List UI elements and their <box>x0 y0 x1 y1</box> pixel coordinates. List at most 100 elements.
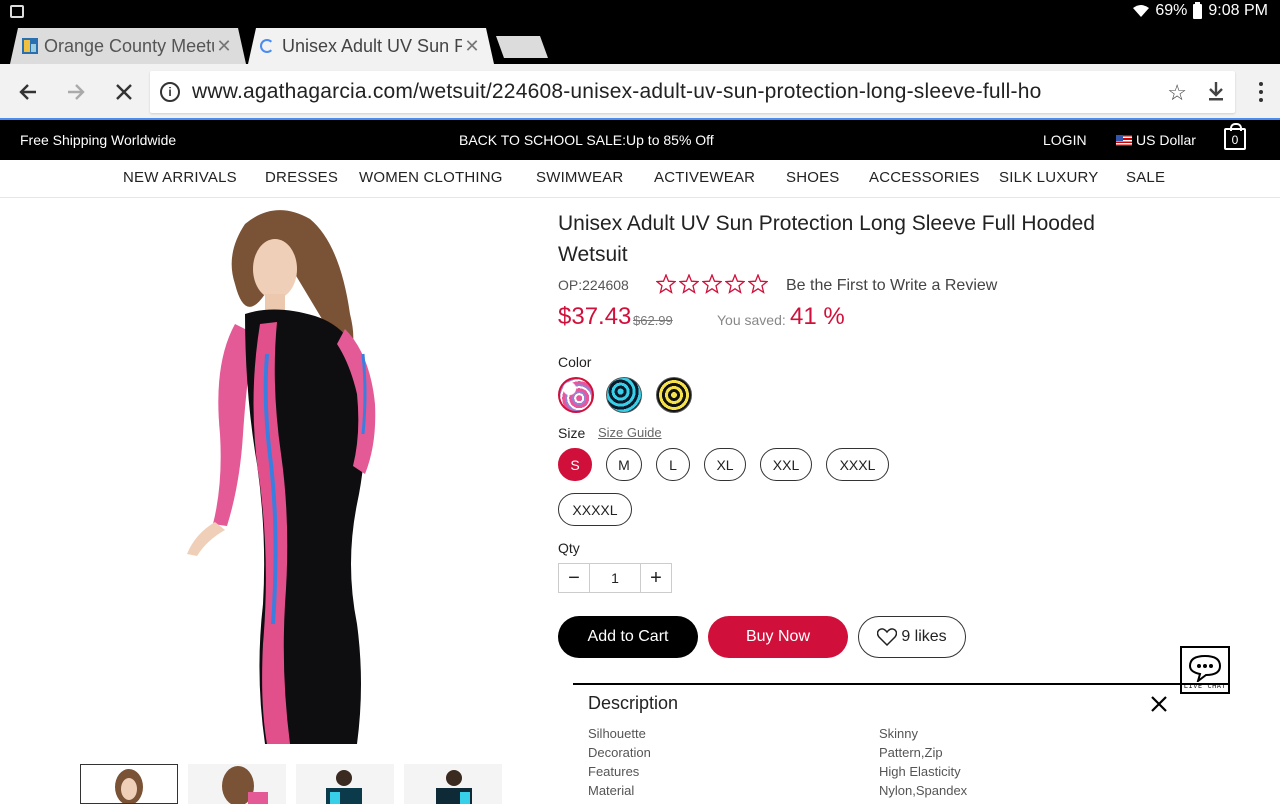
browser-menu-icon[interactable] <box>1258 82 1264 102</box>
url-text[interactable]: www.agathagarcia.com/wetsuit/224608-unis… <box>192 80 1154 104</box>
battery-icon <box>1193 1 1203 19</box>
close-tab-icon[interactable]: ✕ <box>214 36 234 57</box>
description-divider <box>573 683 1230 685</box>
color-swatch-pink[interactable] <box>558 377 594 413</box>
nav-women-clothing[interactable]: WOMEN CLOTHING <box>359 169 503 186</box>
color-swatch-yellow[interactable] <box>656 377 692 413</box>
wifi-icon <box>1133 4 1150 18</box>
likes-count: 9 likes <box>901 628 947 645</box>
size-option-s[interactable]: S <box>558 448 592 481</box>
spec-value: Pattern,Zip <box>879 745 943 760</box>
saved-percent: 41 % <box>790 303 845 330</box>
promo-banner[interactable]: BACK TO SCHOOL SALE:Up to 85% Off <box>459 132 714 148</box>
free-shipping-text: Free Shipping Worldwide <box>20 132 177 148</box>
quantity-stepper: − 1 + <box>558 563 672 593</box>
heart-icon <box>877 628 898 646</box>
image-notification-icon <box>10 5 24 18</box>
spec-value: Skinny <box>879 726 919 741</box>
back-arrow-icon[interactable] <box>14 78 42 106</box>
login-link[interactable]: LOGIN <box>1043 132 1087 148</box>
status-right: 69% 9:08 PM <box>1133 1 1268 20</box>
spec-key: Material <box>588 783 635 798</box>
decrease-qty-button[interactable]: − <box>559 564 589 592</box>
us-flag-icon <box>1116 134 1132 146</box>
collapse-description-icon[interactable] <box>1150 693 1168 719</box>
spec-key: Decoration <box>588 745 651 760</box>
increase-qty-button[interactable]: + <box>641 564 671 592</box>
thumbnail[interactable] <box>80 764 178 804</box>
star-icon[interactable] <box>656 274 676 294</box>
product-title: Unisex Adult UV Sun Protection Long Slee… <box>558 212 1095 266</box>
cart-icon[interactable]: 0 <box>1224 123 1246 150</box>
live-chat-widget[interactable]: LIVE CHAT <box>1180 646 1230 694</box>
color-swatch-blue[interactable] <box>606 377 642 413</box>
site-top-bar: Free Shipping Worldwide BACK TO SCHOOL S… <box>0 120 1280 160</box>
rating-stars[interactable] <box>656 274 768 294</box>
size-label: Size <box>558 425 586 441</box>
currency-label: US Dollar <box>1136 132 1196 148</box>
size-guide-link[interactable]: Size Guide <box>598 425 662 440</box>
clock: 9:08 PM <box>1208 2 1268 19</box>
tab-product[interactable]: Unisex Adult UV Sun Protection ✕ <box>248 28 494 64</box>
size-option-xxl[interactable]: XXL <box>760 448 812 481</box>
tab-meetup[interactable]: Orange County Meetup ✕ <box>10 28 246 64</box>
add-to-cart-button[interactable]: Add to Cart <box>558 616 698 658</box>
meetup-favicon-icon <box>22 38 38 54</box>
star-icon[interactable] <box>725 274 745 294</box>
download-icon[interactable] <box>1205 80 1227 102</box>
stop-loading-icon[interactable] <box>110 78 138 106</box>
chat-bubble-icon <box>1188 654 1222 682</box>
saved-label: You saved: <box>717 312 786 328</box>
spec-key: Silhouette <box>588 726 646 741</box>
currency-selector[interactable]: US Dollar <box>1116 132 1196 148</box>
nav-activewear[interactable]: ACTIVEWEAR <box>654 169 755 186</box>
color-label: Color <box>558 354 592 370</box>
write-review-link[interactable]: Be the First to Write a Review <box>786 277 997 295</box>
nav-new-arrivals[interactable]: NEW ARRIVALS <box>123 169 237 186</box>
product-sku: OP:224608 <box>558 277 629 293</box>
size-option-m[interactable]: M <box>606 448 642 481</box>
buy-now-button[interactable]: Buy Now <box>708 616 848 658</box>
tab-title: Orange County Meetup <box>44 35 214 56</box>
bookmark-star-icon[interactable]: ☆ <box>1167 80 1187 106</box>
nav-silk-luxury[interactable]: SILK LUXURY <box>999 169 1098 186</box>
new-tab-button[interactable] <box>495 36 549 58</box>
current-price: $37.43 <box>558 303 632 330</box>
address-bar[interactable]: i www.agathagarcia.com/wetsuit/224608-un… <box>150 71 1235 113</box>
size-option-xxxl[interactable]: XXXL <box>826 448 889 481</box>
product-main-image[interactable] <box>95 204 495 744</box>
size-option-l[interactable]: L <box>656 448 690 481</box>
forward-arrow-icon[interactable] <box>62 78 90 106</box>
browser-toolbar: i www.agathagarcia.com/wetsuit/224608-un… <box>0 64 1280 120</box>
size-option-xl[interactable]: XL <box>704 448 746 481</box>
qty-label: Qty <box>558 540 580 556</box>
nav-dresses[interactable]: DRESSES <box>265 169 338 186</box>
quantity-input[interactable]: 1 <box>589 564 641 592</box>
spec-value: Nylon,Spandex <box>879 783 968 798</box>
close-tab-icon[interactable]: ✕ <box>462 36 482 57</box>
status-bar: 69% 9:08 PM <box>0 0 1280 24</box>
tab-strip: Orange County Meetup ✕ Unisex Adult UV S… <box>0 24 1280 64</box>
nav-sale[interactable]: SALE <box>1126 169 1165 186</box>
battery-percent: 69% <box>1155 2 1188 19</box>
thumbnail[interactable] <box>404 764 502 804</box>
star-icon[interactable] <box>748 274 768 294</box>
original-price: $62.99 <box>633 313 673 328</box>
thumbnail[interactable] <box>296 764 394 804</box>
size-option-xxxxl[interactable]: XXXXL <box>558 493 632 526</box>
description-title[interactable]: Description <box>588 693 678 714</box>
thumbnail-strip <box>80 764 502 804</box>
tab-title: Unisex Adult UV Sun Protection <box>282 35 462 56</box>
spec-value: High Elasticity <box>879 764 961 779</box>
category-nav: NEW ARRIVALS DRESSES WOMEN CLOTHING SWIM… <box>0 160 1280 198</box>
nav-swimwear[interactable]: SWIMWEAR <box>536 169 623 186</box>
like-button[interactable]: 9 likes <box>858 616 966 658</box>
nav-shoes[interactable]: SHOES <box>786 169 840 186</box>
site-info-icon[interactable]: i <box>160 82 180 102</box>
nav-accessories[interactable]: ACCESSORIES <box>869 169 980 186</box>
loading-spinner-icon <box>260 39 274 53</box>
spec-key: Features <box>588 764 640 779</box>
star-icon[interactable] <box>679 274 699 294</box>
star-icon[interactable] <box>702 274 722 294</box>
thumbnail[interactable] <box>188 764 286 804</box>
